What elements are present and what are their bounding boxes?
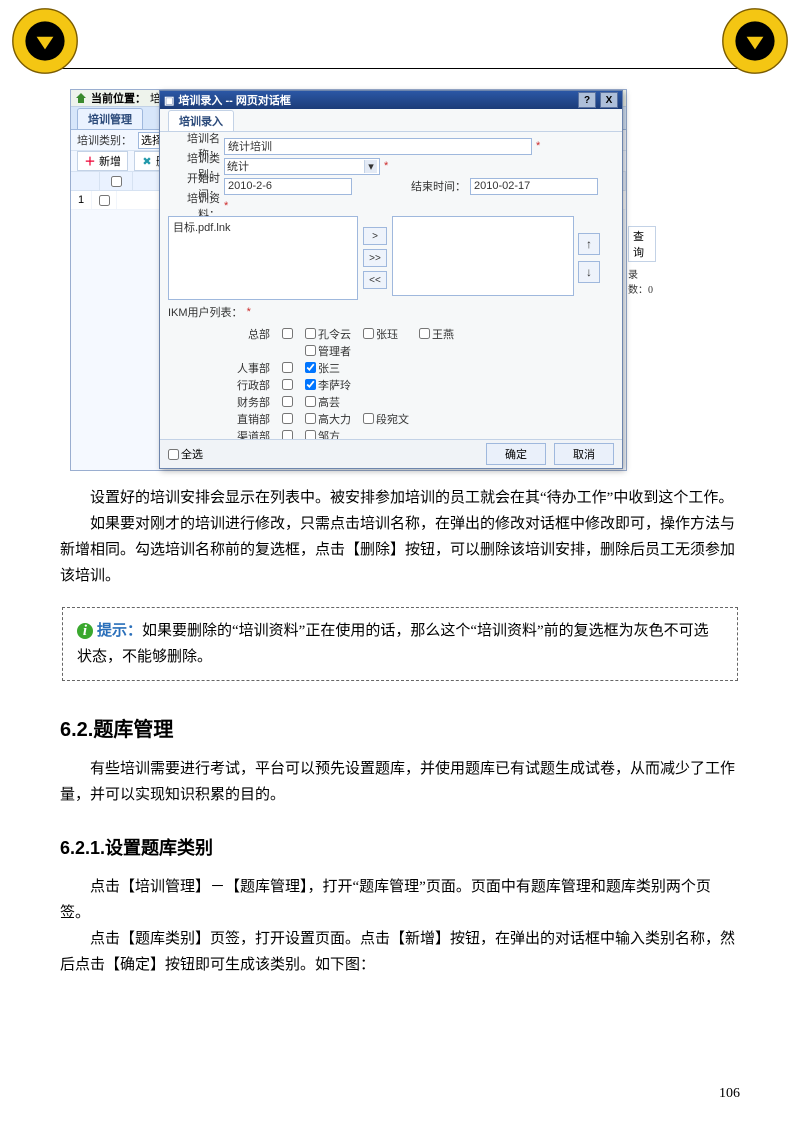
query-button[interactable]: 查 询 (628, 226, 656, 262)
cancel-button[interactable]: 取消 (554, 443, 614, 465)
person-check[interactable]: 张珏 (363, 326, 407, 342)
info-icon: i (77, 623, 93, 639)
dept-row: 财务部 高芸 (228, 393, 614, 410)
select-all[interactable]: 全选 (168, 446, 212, 462)
dept-checkbox[interactable] (282, 328, 293, 339)
row-checkbox-cell (92, 191, 117, 209)
dept-checkbox[interactable] (282, 396, 293, 407)
dialog-titlebar: ▣ 培训录入 -- 网页对话框 ? X (160, 91, 622, 109)
dialog-title: 培训录入 -- 网页对话框 (178, 92, 290, 108)
tab-training-input[interactable]: 培训录入 (168, 110, 234, 131)
para: 设置好的培训安排会显示在列表中。被安排参加培训的员工就会在其“待办工作”中收到这… (60, 485, 740, 511)
person-check[interactable]: 王燕 (419, 326, 463, 342)
dept-row: 直销部 高大力段宛文 (228, 410, 614, 427)
tip-box: i提示：如果要删除的“培训资料”正在使用的话，那么这个“培训资料”前的复选框为灰… (62, 607, 738, 681)
add-button[interactable]: ＋新增 (77, 151, 128, 171)
tip-label: 提示： (97, 623, 142, 639)
cat-select[interactable]: 统计▾ (224, 158, 380, 175)
move-down-button[interactable]: ↓ (578, 261, 600, 283)
person-check[interactable]: 张三 (305, 360, 349, 376)
move-up-button[interactable]: ↑ (578, 233, 600, 255)
plus-icon: ＋ (84, 155, 96, 167)
training-input-dialog: ▣ 培训录入 -- 网页对话框 ? X 培训录入 培训名称： 统计培训 * 培训… (159, 90, 623, 469)
userlist-label: IKM用户列表： (168, 304, 243, 320)
dept-checkbox[interactable] (282, 413, 293, 424)
dept-row: 总部 孔令云张珏王燕 (228, 325, 614, 342)
heading-6-2-1: 6.2.1.设置题库类别 (60, 834, 740, 860)
file-list-left[interactable]: 目标.pdf.lnk (168, 216, 358, 300)
move-all-left-button[interactable]: << (363, 271, 387, 289)
breadcrumb-label: 当前位置： (91, 90, 146, 106)
ok-button[interactable]: 确定 (486, 443, 546, 465)
person-check[interactable]: 李萨玲 (305, 377, 351, 393)
close-button[interactable]: X (600, 92, 618, 108)
tip-text: 如果要删除的“培训资料”正在使用的话，那么这个“培训资料”前的复选框为灰色不可选… (77, 623, 709, 665)
person-check[interactable]: 孔令云 (305, 326, 351, 342)
stamp-badge (720, 6, 790, 76)
move-right-button[interactable]: > (363, 227, 387, 245)
row-checkbox[interactable] (99, 195, 110, 206)
dept-name: 总部 (228, 326, 270, 342)
record-count: 录数：0 (628, 266, 656, 296)
heading-6-2: 6.2.题库管理 (60, 713, 740, 742)
person-check[interactable]: 段宛文 (363, 411, 409, 427)
move-all-right-button[interactable]: >> (363, 249, 387, 267)
col-checkbox (100, 172, 133, 190)
select-all-checkbox[interactable] (111, 176, 122, 187)
person-check[interactable]: 高芸 (305, 394, 349, 410)
col-index (71, 172, 100, 190)
start-input[interactable]: 2010-2-6 (224, 178, 352, 195)
header-rule (60, 68, 740, 69)
name-input[interactable]: 统计培训 (224, 138, 532, 155)
dialog-icon: ▣ (164, 94, 174, 107)
person-check[interactable]: 管理者 (305, 343, 351, 359)
para: 点击【培训管理】－【题库管理】，打开“题库管理”页面。页面中有题库管理和题库类别… (60, 874, 740, 926)
page-number: 106 (719, 1086, 740, 1102)
dept-row: 管理者 (228, 342, 614, 359)
row-index: 1 (71, 191, 92, 209)
stamp-badge (10, 6, 80, 76)
end-label: 结束时间： (410, 178, 466, 194)
dept-checkbox[interactable] (282, 379, 293, 390)
location-icon (75, 92, 87, 104)
tab-training-mgmt[interactable]: 培训管理 (77, 108, 143, 129)
help-button[interactable]: ? (578, 92, 596, 108)
training-screenshot: 当前位置： 培训管理\ 培训管理 培训类别： 选择类别▾ ＋新增 ✖删除 培训名… (70, 89, 627, 471)
trash-icon: ✖ (141, 155, 153, 167)
para: 点击【题库类别】页签，打开设置页面。点击【新增】按钮，在弹出的对话框中输入类别名… (60, 926, 740, 978)
dept-name: 财务部 (228, 394, 270, 410)
file-list-right[interactable] (392, 216, 574, 296)
end-input[interactable]: 2010-02-17 (470, 178, 598, 195)
para: 如果要对刚才的培训进行修改，只需点击培训名称，在弹出的修改对话框中修改即可，操作… (60, 511, 740, 589)
dept-row: 行政部 李萨玲 (228, 376, 614, 393)
required-mark: * (536, 140, 540, 152)
dept-name: 行政部 (228, 377, 270, 393)
para: 有些培训需要进行考试，平台可以预先设置题库，并使用题库已有试题生成试卷，从而减少… (60, 756, 740, 808)
dept-name: 直销部 (228, 411, 270, 427)
person-check[interactable]: 高大力 (305, 411, 351, 427)
filter-label: 培训类别： (77, 132, 132, 148)
dept-name: 人事部 (228, 360, 270, 376)
dept-checkbox[interactable] (282, 362, 293, 373)
dept-row: 人事部 张三 (228, 359, 614, 376)
